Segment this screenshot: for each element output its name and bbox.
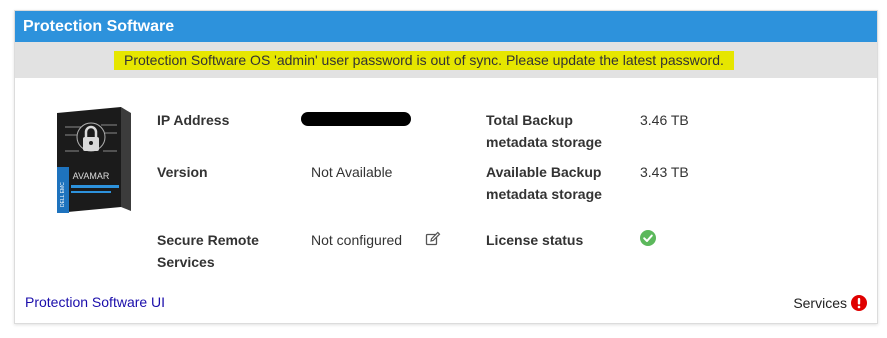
secure-remote-value: Not configured <box>311 232 403 248</box>
warning-message: Protection Software OS 'admin' user pass… <box>114 51 734 70</box>
available-backup-label-line1: Available Backup <box>486 164 602 180</box>
warning-banner: Protection Software OS 'admin' user pass… <box>15 42 877 78</box>
protection-software-ui-link[interactable]: Protection Software UI <box>25 294 165 310</box>
check-circle-icon <box>640 230 656 246</box>
product-name: AVAMAR <box>73 171 110 181</box>
secure-remote-label-line1: Secure Remote <box>157 232 259 248</box>
total-backup-label-line1: Total Backup <box>486 112 573 128</box>
avamar-product-icon: AVAMAR DELL EMC <box>57 107 131 213</box>
version-value: Not Available <box>311 164 393 180</box>
total-backup-label-line2: metadata storage <box>486 134 602 150</box>
panel-header: Protection Software <box>15 11 877 42</box>
license-status-label: License status <box>486 232 584 248</box>
available-backup-label-line2: metadata storage <box>486 186 602 202</box>
ip-address-label: IP Address <box>157 112 230 128</box>
edit-icon[interactable] <box>425 231 441 247</box>
available-backup-value: 3.43 TB <box>640 164 689 180</box>
secure-remote-label-line2: Services <box>157 254 215 270</box>
product-vendor: DELL EMC <box>60 182 66 207</box>
ip-address-value-redacted <box>301 112 411 126</box>
alert-icon[interactable] <box>851 295 867 311</box>
protection-software-panel: Protection Software Protection Software … <box>14 10 878 324</box>
total-backup-value: 3.46 TB <box>640 112 689 128</box>
services-label[interactable]: Services <box>793 295 847 311</box>
panel-title: Protection Software <box>23 18 175 35</box>
version-label: Version <box>157 164 208 180</box>
